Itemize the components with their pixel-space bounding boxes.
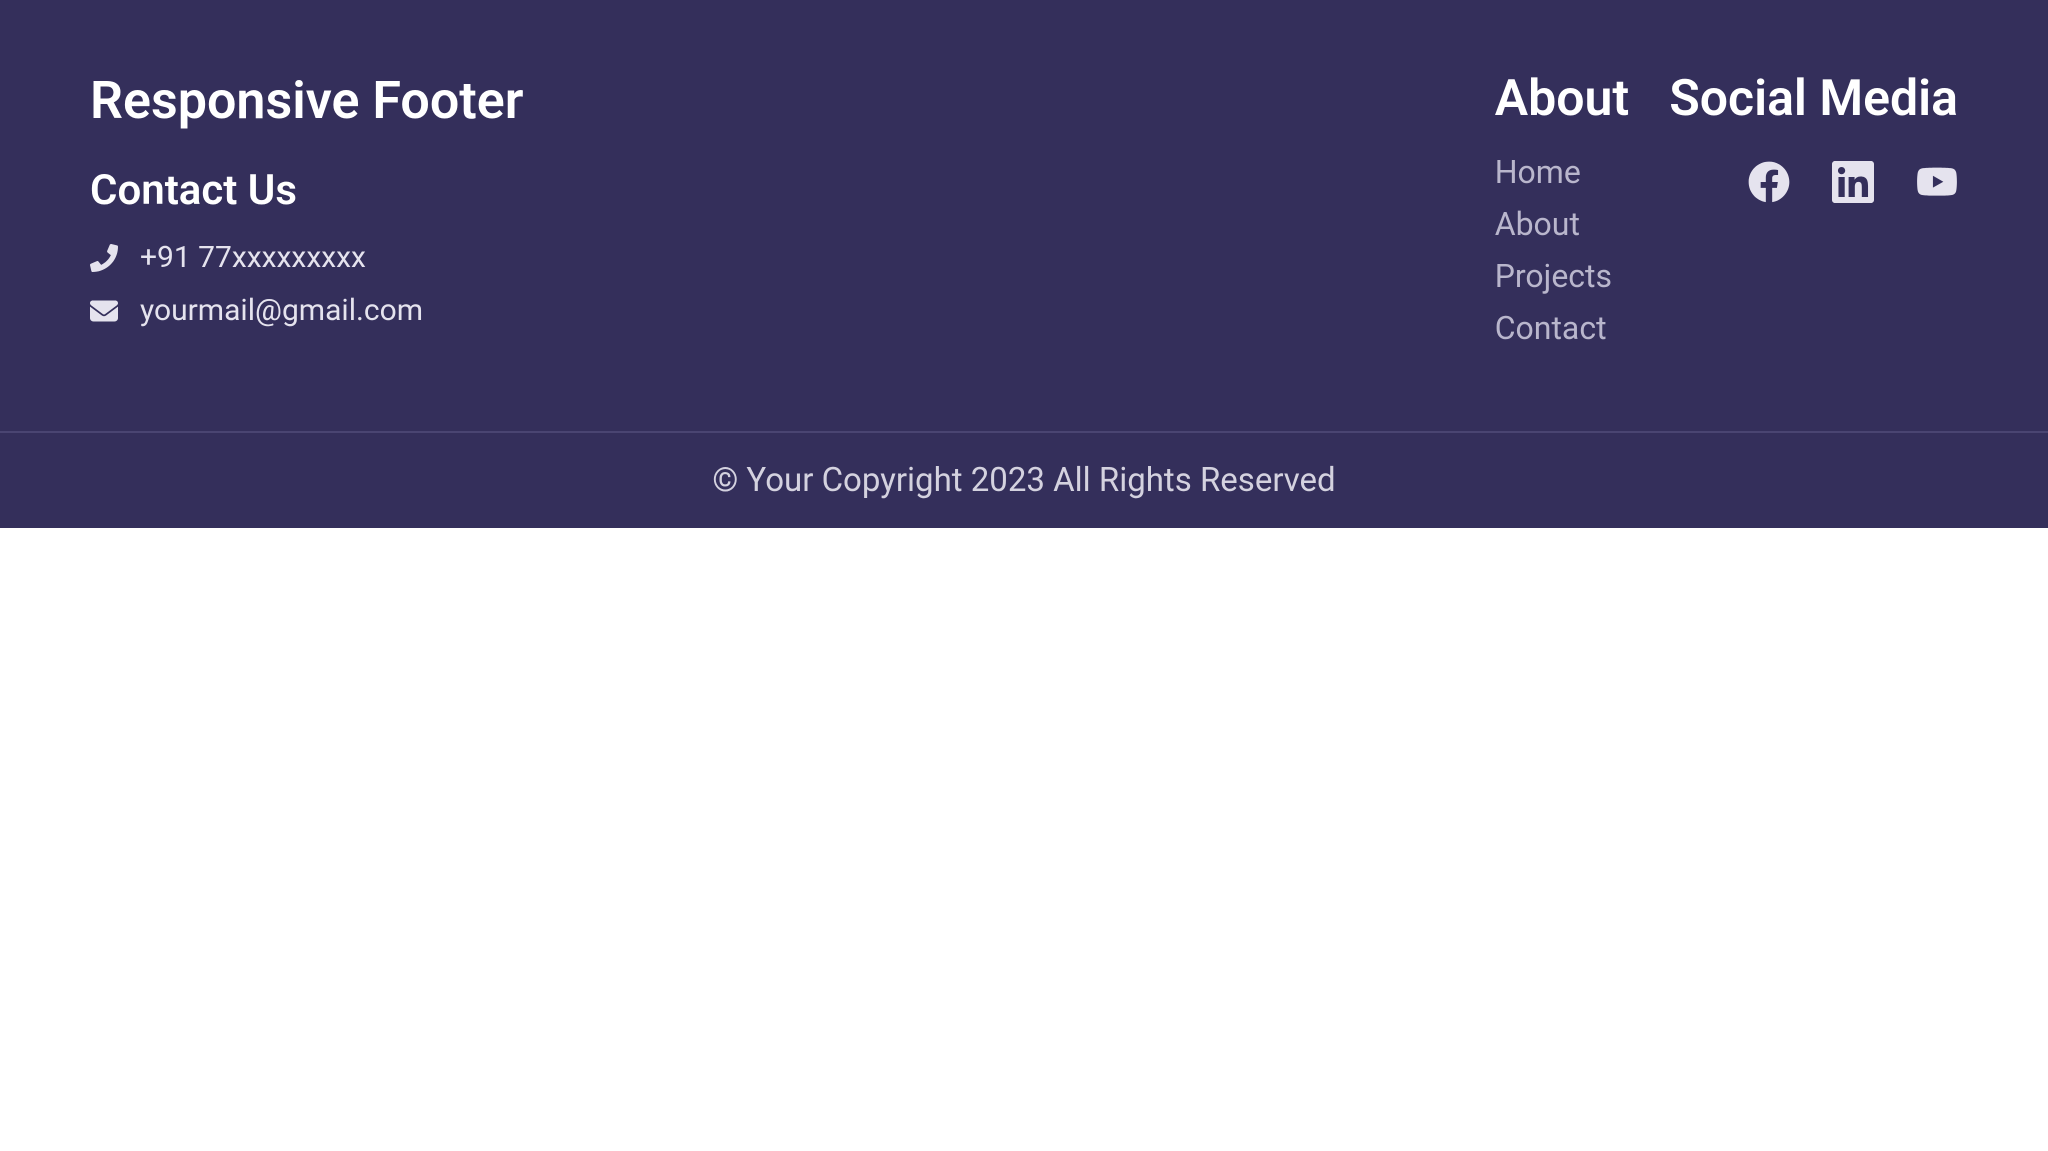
linkedin-icon bbox=[1832, 158, 1874, 210]
email-text: yourmail@gmail.com bbox=[140, 293, 423, 328]
facebook-icon bbox=[1748, 161, 1790, 207]
phone-item[interactable]: +91 77xxxxxxxxx bbox=[90, 240, 1275, 275]
about-heading: About bbox=[1495, 70, 1630, 128]
social-heading: Social Media bbox=[1669, 70, 1958, 128]
about-nav-links: Home About Projects Contact bbox=[1495, 153, 1630, 347]
youtube-link[interactable] bbox=[1916, 163, 1958, 205]
envelope-icon bbox=[90, 297, 118, 325]
copyright-text: © Your Copyright 2023 All Rights Reserve… bbox=[0, 461, 2048, 500]
about-column: About Home About Projects Contact bbox=[1495, 70, 1630, 361]
footer-title: Responsive Footer bbox=[90, 70, 1275, 131]
nav-link-home[interactable]: Home bbox=[1495, 153, 1630, 191]
facebook-link[interactable] bbox=[1748, 163, 1790, 205]
footer-bottom: © Your Copyright 2023 All Rights Reserve… bbox=[0, 431, 2048, 528]
nav-link-contact[interactable]: Contact bbox=[1495, 309, 1630, 347]
social-icons bbox=[1669, 163, 1958, 205]
email-item[interactable]: yourmail@gmail.com bbox=[90, 293, 1275, 328]
social-column: Social Media bbox=[1669, 70, 1958, 361]
linkedin-link[interactable] bbox=[1832, 163, 1874, 205]
nav-link-about[interactable]: About bbox=[1495, 205, 1630, 243]
nav-link-projects[interactable]: Projects bbox=[1495, 257, 1630, 295]
phone-text: +91 77xxxxxxxxx bbox=[140, 240, 366, 275]
footer: Responsive Footer Contact Us +91 77xxxxx… bbox=[0, 0, 2048, 431]
phone-icon bbox=[90, 244, 118, 272]
contact-column: Responsive Footer Contact Us +91 77xxxxx… bbox=[90, 70, 1275, 361]
youtube-icon bbox=[1916, 163, 1958, 204]
footer-container: Responsive Footer Contact Us +91 77xxxxx… bbox=[90, 70, 1958, 361]
contact-heading: Contact Us bbox=[90, 166, 1275, 215]
